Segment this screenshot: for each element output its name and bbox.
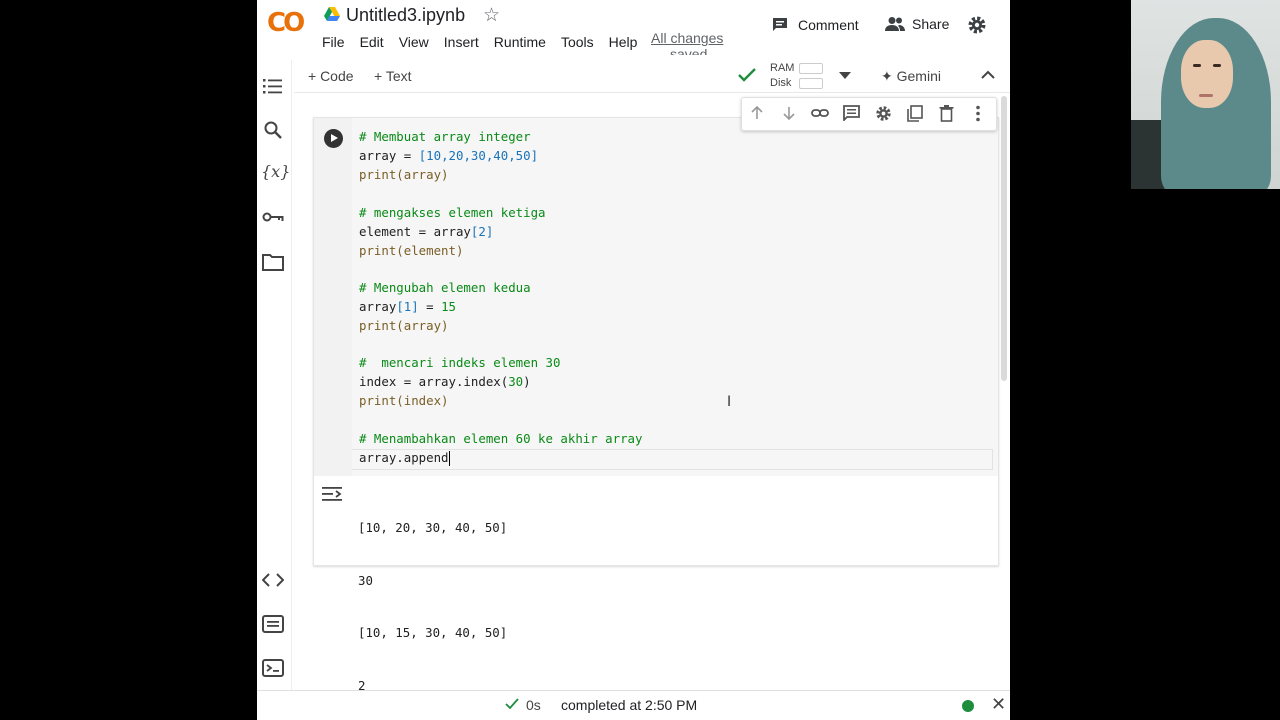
link-icon[interactable] — [811, 105, 829, 121]
code-line: # mencari indeks elemen 30 — [359, 355, 561, 370]
menu-bar: File Edit View Insert Runtime Tools Help — [322, 34, 652, 50]
code-line: print(array) — [359, 167, 449, 182]
code-line: print(index) — [359, 393, 449, 408]
left-sidebar: {x} — [257, 60, 292, 700]
gemini-button[interactable]: ✦ Gemini — [881, 68, 941, 85]
code-line: # Membuat array integer — [359, 129, 531, 144]
code-line: array = [10,20,30,40,50] — [359, 148, 539, 163]
close-icon[interactable]: ✕ — [991, 694, 1006, 715]
colab-logo-text: CO — [267, 8, 305, 38]
add-code-button[interactable]: + Code — [308, 68, 354, 84]
secrets-key-icon[interactable] — [262, 210, 284, 224]
drive-icon — [324, 7, 340, 21]
settings-gear-icon[interactable] — [875, 105, 892, 122]
menu-edit[interactable]: Edit — [360, 34, 384, 50]
code-line: # Menambahkan elemen 60 ke akhir array — [359, 431, 643, 446]
connected-check-icon — [738, 68, 756, 82]
chevron-up-icon[interactable] — [981, 70, 995, 80]
move-down-icon[interactable] — [781, 105, 797, 121]
people-icon — [885, 17, 905, 31]
gemini-label: Gemini — [896, 68, 941, 84]
code-line: array[1] = 15 — [359, 299, 457, 314]
notebook-title[interactable]: Untitled3.ipynb — [346, 5, 465, 26]
menu-file[interactable]: File — [322, 34, 345, 50]
share-label: Share — [912, 16, 950, 32]
code-line: # mengakses elemen ketiga — [359, 205, 546, 220]
comment-label: Comment — [798, 17, 859, 33]
save-status-line2: saved — [670, 46, 708, 55]
share-button[interactable]: Share — [885, 16, 949, 32]
sparkle-icon: ✦ — [881, 68, 893, 84]
menu-help[interactable]: Help — [609, 34, 638, 50]
mouse-ibeam-cursor: I — [727, 394, 732, 410]
delete-icon[interactable] — [939, 105, 954, 122]
notebook-toolbar: + Code + Text RAM Disk ✦ Gemini — [294, 60, 1010, 93]
disk-label: Disk — [770, 77, 792, 89]
output-actions-icon[interactable] — [322, 486, 342, 502]
menu-insert[interactable]: Insert — [444, 34, 479, 50]
active-line-text: array.append — [359, 450, 449, 465]
command-palette-icon[interactable] — [262, 615, 284, 633]
execution-time: 0s — [526, 697, 541, 713]
code-line: # Mengubah elemen kedua — [359, 280, 531, 295]
save-status-line1: All changes — [651, 30, 724, 46]
ram-label: RAM — [770, 62, 795, 74]
menu-tools[interactable]: Tools — [561, 34, 594, 50]
comment-icon[interactable] — [843, 105, 860, 121]
cell-output: [10, 20, 30, 40, 50] 30 [10, 15, 30, 40,… — [358, 484, 507, 720]
presenter-eye — [1213, 64, 1221, 67]
menu-view[interactable]: View — [399, 34, 429, 50]
output-line: 30 — [358, 572, 373, 588]
webcam-overlay — [1131, 0, 1280, 189]
output-line: [10, 15, 30, 40, 50] — [358, 625, 508, 640]
comment-icon — [773, 18, 787, 31]
output-line: [10, 20, 30, 40, 50] — [358, 520, 508, 535]
colab-logo[interactable]: CO — [267, 8, 305, 38]
text-caret — [448, 451, 450, 466]
presenter-eye — [1193, 64, 1201, 67]
terminal-icon[interactable] — [262, 659, 284, 677]
save-status[interactable]: All changes saved — [651, 30, 723, 55]
mirror-cell-icon[interactable] — [907, 105, 923, 122]
code-snippets-icon[interactable] — [262, 572, 284, 588]
run-cell-button[interactable] — [324, 129, 343, 148]
search-icon[interactable] — [263, 120, 283, 140]
code-line: index = array.index(30) — [359, 374, 531, 389]
scrollbar[interactable] — [1001, 96, 1007, 381]
code-line: print(array) — [359, 318, 449, 333]
code-editor[interactable]: # Membuat array integer array = [10,20,3… — [352, 118, 998, 476]
resource-monitor[interactable]: RAM Disk — [770, 61, 794, 91]
code-line-active: array.append — [359, 448, 450, 467]
table-of-contents-icon[interactable] — [262, 77, 284, 95]
star-icon[interactable]: ☆ — [483, 4, 500, 27]
code-line: print(element) — [359, 243, 464, 258]
presenter-face — [1181, 40, 1233, 108]
more-vert-icon[interactable] — [975, 105, 981, 122]
completion-status: completed at 2:50 PM — [561, 697, 698, 713]
runtime-status-dot — [962, 700, 974, 712]
ram-bar — [799, 63, 823, 74]
disk-bar — [799, 78, 823, 89]
move-up-icon[interactable] — [749, 105, 765, 121]
presenter-mouth — [1199, 94, 1213, 97]
colab-window: CO Untitled3.ipynb ☆ File Edit View Inse… — [257, 0, 1010, 720]
cell-toolbar — [741, 97, 997, 131]
code-line: element = array[2] — [359, 224, 494, 239]
status-bar: 0s completed at 2:50 PM ✕ — [257, 690, 1010, 720]
menu-runtime[interactable]: Runtime — [494, 34, 546, 50]
add-text-button[interactable]: + Text — [374, 68, 412, 84]
comment-button[interactable]: Comment — [771, 16, 859, 34]
chevron-down-icon[interactable] — [839, 72, 851, 80]
cell-gutter — [314, 118, 352, 476]
settings-gear-icon[interactable] — [967, 15, 987, 35]
variables-icon[interactable]: {x} — [261, 162, 290, 181]
folder-icon[interactable] — [262, 253, 284, 271]
check-icon — [505, 698, 519, 710]
